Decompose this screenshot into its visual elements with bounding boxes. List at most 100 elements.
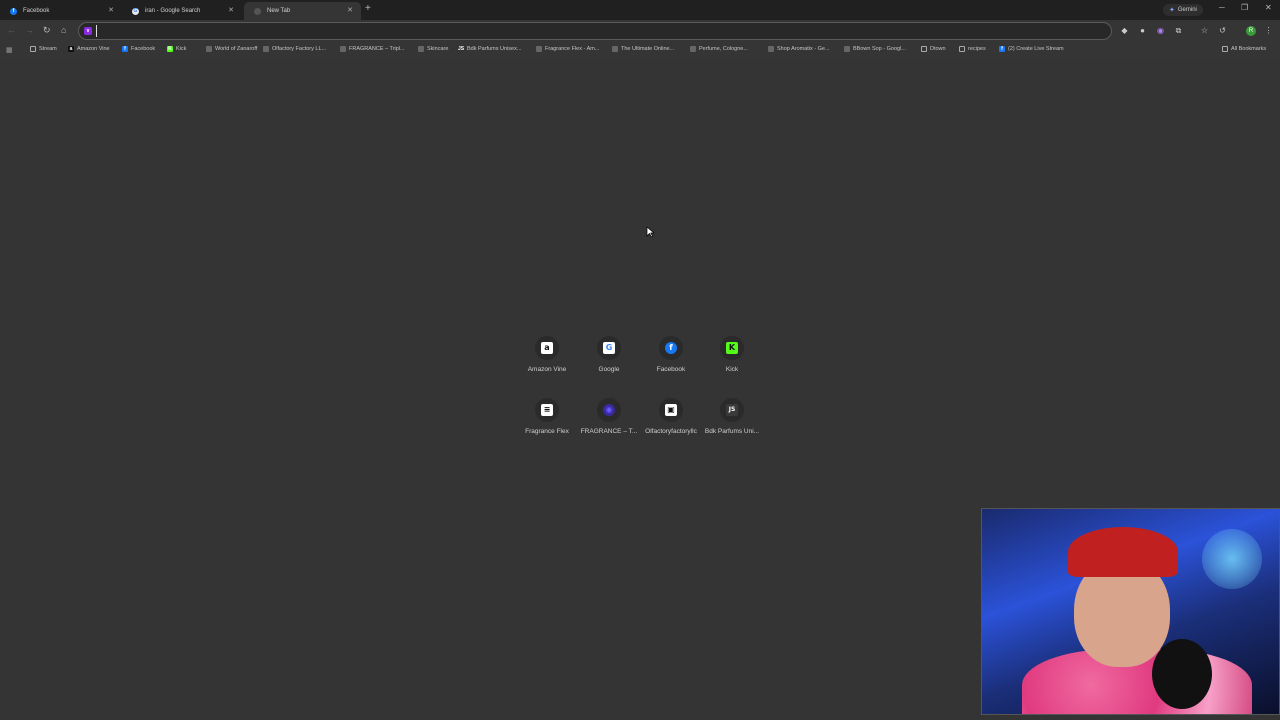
bookmark-item[interactable]: JS Bdk Parfums Unisex... [458,46,521,52]
fragrance-icon: ◉ [603,404,615,416]
bookmark-item[interactable]: K Kick [167,46,186,52]
shortcut-tile[interactable]: G Google [578,336,640,392]
shortcut-tile[interactable]: f Facebook [640,336,702,392]
back-icon[interactable]: ← [7,25,16,35]
tab-new-tab[interactable]: New Tab ✕ [244,2,361,20]
page-icon [418,46,424,52]
folder-icon [30,46,36,52]
restore-icon[interactable]: ❐ [1241,3,1248,12]
extension-circle-icon[interactable]: ● [1138,26,1147,35]
folder-icon [1222,46,1228,52]
home-icon[interactable]: ⌂ [61,25,66,35]
bookmark-label: BBown Sop - Googl... [853,46,906,52]
amazon-icon: a [68,46,74,52]
shortcut-icon-circle: ▣ [659,398,683,422]
facebook-icon: f [999,46,1005,52]
close-icon[interactable]: ✕ [228,6,234,14]
tab-strip: f Facebook ✕ G iran - Google Search ✕ Ne… [0,0,1280,20]
extension-diamond-icon[interactable]: ◆ [1120,26,1129,35]
folder-icon [959,46,965,52]
bookmark-item[interactable]: World of Zanaroff [206,46,257,52]
bookmark-item[interactable]: FRAGRANCE – Tripl... [340,46,405,52]
js-icon: JS [458,46,465,52]
close-icon[interactable]: ✕ [347,6,353,14]
bookmark-label: FRAGRANCE – Tripl... [349,46,405,52]
shortcut-tile[interactable]: ▣ Olfactoryfactoryllc [640,398,702,454]
shortcut-tile[interactable]: K Kick [701,336,763,392]
page-icon [206,46,212,52]
page-icon [340,46,346,52]
chrome-icon [254,7,261,15]
window-close-icon[interactable]: ✕ [1265,3,1272,12]
tab-label: iran - Google Search [145,8,201,14]
shortcut-icon-circle: G [597,336,621,360]
facebook-icon: f [665,342,677,354]
bookmark-item[interactable]: BBown Sop - Googl... [844,46,906,52]
shortcut-icon-circle: JS [720,398,744,422]
kick-icon: K [167,46,173,52]
shop-icon: ▣ [665,404,677,416]
minimize-icon[interactable]: ─ [1219,3,1225,12]
bookmark-item[interactable]: f (2) Create Live Stream [999,46,1064,52]
facebook-icon: f [10,7,17,15]
shortcut-icon-circle: K [720,336,744,360]
bookmark-label: Stream [39,46,57,52]
bookmark-star-icon[interactable]: ☆ [1200,26,1209,35]
tab-facebook[interactable]: f Facebook ✕ [0,2,122,20]
shortcut-tile[interactable]: ◉ FRAGRANCE – T... [578,398,640,454]
shortcut-label: Kick [725,366,739,373]
tab-label: Facebook [23,8,50,14]
bookmark-item[interactable]: recipes [959,46,986,52]
search-engine-icon: v [84,27,92,35]
all-bookmarks-button[interactable]: All Bookmarks [1222,46,1266,52]
address-input[interactable] [96,25,1096,37]
webcam-microphone [1152,639,1212,709]
bookmark-item[interactable]: Olfactory Factory LL... [263,46,326,52]
tab-label: New Tab [267,8,291,14]
bookmark-label: (2) Create Live Stream [1008,46,1064,52]
bookmark-item[interactable]: a Amazon Vine [68,46,110,52]
avatar[interactable]: R [1246,26,1256,36]
bookmark-item[interactable]: The Ultimate Online... [612,46,674,52]
apps-grid-icon[interactable]: ▦ [6,46,13,54]
google-icon: G [603,342,615,354]
bookmark-label: Skincare [427,46,449,52]
shortcut-tile[interactable]: ≡ Fragrance Flex [516,398,578,454]
shortcut-tile[interactable]: JS Bdk Parfums Uni... [701,398,763,454]
page-icon [768,46,774,52]
bookmark-item[interactable]: Fragrance Flex - Am... [536,46,599,52]
all-bookmarks-label: All Bookmarks [1231,46,1267,52]
bookmark-item[interactable]: Stream [30,46,57,52]
webcam-person-cap [1068,527,1178,577]
page-icon [536,46,542,52]
shortcut-label: Bdk Parfums Uni... [704,428,760,435]
gemini-label: Gemini [1177,7,1197,13]
omnibox[interactable]: v [78,22,1112,40]
menu-kebab-icon[interactable]: ⋮ [1264,26,1273,35]
shortcut-icon-circle: f [659,336,683,360]
bookmark-item[interactable]: Shop Aromatix - Ge... [768,46,830,52]
bookmark-item[interactable]: f Facebook [122,46,155,52]
bookmark-label: Olfactory Factory LL... [272,46,327,52]
toolbar: ← → ↻ ⌂ v ◆ ● ◉ ⧉ ☆ ↺ R ⋮ [0,20,1280,42]
bookmark-label: Perfume, Cologne... [699,46,748,52]
gemini-button[interactable]: ✦ Gemini [1163,4,1203,16]
bookmark-item[interactable]: Dtown [921,46,946,52]
bookmark-item[interactable]: Skincare [418,46,448,52]
amazon-icon: a [541,342,553,354]
shortcut-tile[interactable]: a Amazon Vine [516,336,578,392]
bookmark-label: Kick [176,46,187,52]
reload-icon[interactable]: ↻ [43,25,51,36]
tab-google-search[interactable]: G iran - Google Search ✕ [122,2,242,20]
extensions-puzzle-icon[interactable]: ⧉ [1174,26,1183,35]
js-icon: JS [726,404,738,416]
webcam-overlay [981,508,1280,715]
extension-purple-icon[interactable]: ◉ [1156,26,1165,35]
new-tab-plus-icon[interactable]: + [365,3,371,14]
kick-icon: K [726,342,738,354]
bookmark-item[interactable]: Perfume, Cologne... [690,46,748,52]
close-icon[interactable]: ✕ [108,6,114,14]
shortcut-icon-circle: ≡ [535,398,559,422]
history-icon[interactable]: ↺ [1218,26,1227,35]
forward-icon[interactable]: → [25,25,34,35]
